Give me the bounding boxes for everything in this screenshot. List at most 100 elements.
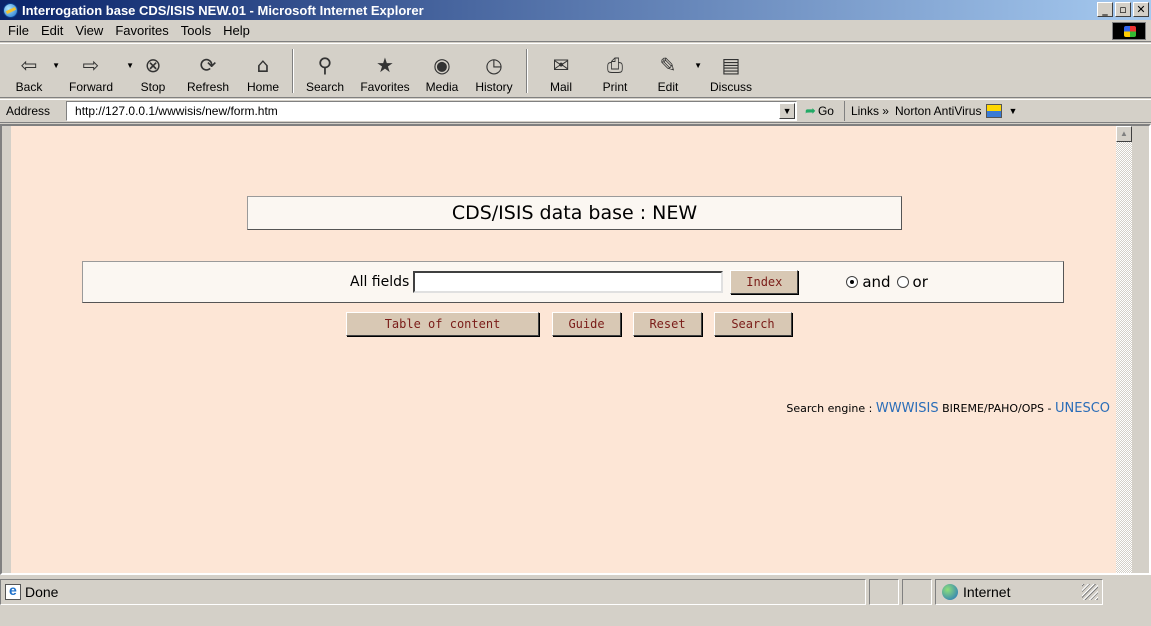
links-button[interactable]: Links »	[843, 101, 889, 121]
discuss-icon: ▤	[721, 53, 741, 77]
web-page: CDS/ISIS data base : NEW All fields Inde…	[11, 126, 1132, 573]
security-zone-panel: Internet	[935, 579, 1103, 605]
mail-button[interactable]: ✉ Mail	[532, 45, 590, 97]
stop-button[interactable]: ⊗ Stop	[128, 45, 178, 97]
credits-org: BIREME/PAHO/OPS -	[942, 402, 1052, 415]
back-arrow-icon: ⇦	[20, 53, 38, 77]
search-icon: ⚲	[317, 53, 333, 77]
refresh-icon: ⟳	[199, 53, 217, 77]
favorites-button[interactable]: ★ Favorites	[352, 45, 418, 97]
table-of-content-button[interactable]: Table of content	[346, 312, 539, 336]
menu-favorites[interactable]: Favorites	[109, 23, 174, 38]
go-arrow-icon: ➦	[805, 103, 816, 118]
go-button[interactable]: ➦ Go	[805, 103, 834, 119]
edit-label: Edit	[657, 80, 679, 94]
chevron-down-icon[interactable]: ▼	[779, 103, 796, 119]
wwwisis-link[interactable]: WWWISIS	[876, 401, 939, 416]
address-input[interactable]: http://127.0.0.1/wwwisis/new/form.htm ▼	[66, 101, 798, 121]
scroll-up-arrow-icon[interactable]: ▲	[1116, 126, 1132, 142]
maximize-button[interactable]: ▫	[1115, 2, 1131, 17]
media-icon: ◉	[433, 53, 451, 77]
zone-label: Internet	[963, 584, 1011, 600]
and-label: and	[862, 273, 891, 291]
history-icon: ◷	[485, 53, 503, 77]
print-label: Print	[602, 80, 628, 94]
refresh-button[interactable]: ⟳ Refresh	[178, 45, 238, 97]
stop-icon: ⊗	[144, 53, 162, 77]
menu-bar: File Edit View Favorites Tools Help	[0, 20, 1151, 42]
forward-button[interactable]: ⇨ Forward ▼	[54, 45, 134, 97]
title-bar: Interrogation base CDS/ISIS NEW.01 - Mic…	[0, 0, 1151, 20]
media-button[interactable]: ◉ Media	[418, 45, 466, 97]
norton-icon	[986, 104, 1003, 118]
stop-label: Stop	[140, 80, 166, 94]
home-label: Home	[246, 80, 279, 94]
forward-arrow-icon: ⇨	[82, 53, 100, 77]
discuss-label: Discuss	[709, 80, 752, 94]
mail-icon: ✉	[552, 53, 570, 77]
media-label: Media	[425, 80, 459, 94]
all-fields-input[interactable]	[413, 271, 724, 293]
index-button[interactable]: Index	[730, 270, 799, 294]
go-label: Go	[817, 104, 834, 118]
viewport-edge	[2, 126, 11, 573]
history-label: History	[475, 80, 513, 94]
status-text: Done	[25, 584, 59, 600]
ie-logo-icon	[3, 2, 18, 18]
page-icon	[5, 582, 21, 600]
window-controls: _ ▫ ✕	[1097, 2, 1149, 17]
vertical-scrollbar[interactable]: ▲	[1116, 126, 1132, 573]
toolbar-separator	[292, 49, 294, 93]
search-engine-credits: Search engine : WWWISIS BIREME/PAHO/OPS …	[786, 401, 1110, 416]
reset-button[interactable]: Reset	[633, 312, 702, 336]
unesco-link[interactable]: UNESCO	[1055, 401, 1110, 416]
or-radio[interactable]	[896, 276, 909, 288]
status-security-cell	[902, 579, 932, 605]
resize-grip-icon[interactable]	[1082, 584, 1098, 600]
windows-logo-icon	[1112, 22, 1146, 40]
toolbar-separator	[526, 49, 528, 93]
menu-help[interactable]: Help	[217, 23, 256, 38]
discuss-button[interactable]: ▤ Discuss	[696, 45, 766, 97]
favorites-label: Favorites	[360, 80, 410, 94]
history-button[interactable]: ◷ History	[466, 45, 522, 97]
search-form: All fields Index and or	[82, 261, 1064, 303]
norton-label: Norton AntiVirus	[894, 104, 982, 118]
menu-file[interactable]: File	[2, 23, 35, 38]
close-button[interactable]: ✕	[1133, 2, 1149, 17]
minimize-button[interactable]: _	[1097, 2, 1113, 17]
print-button[interactable]: ⎙ Print	[590, 45, 640, 97]
window-title: Interrogation base CDS/ISIS NEW.01 - Mic…	[22, 2, 424, 18]
status-progress-cell	[869, 579, 899, 605]
operator-radio-group: and or	[846, 273, 928, 291]
page-title: CDS/ISIS data base : NEW	[247, 196, 902, 230]
edit-button[interactable]: ✎ Edit ▼	[640, 45, 702, 97]
menu-tools[interactable]: Tools	[175, 23, 217, 38]
menu-edit[interactable]: Edit	[35, 23, 69, 38]
favorites-icon: ★	[376, 53, 394, 77]
forward-label: Forward	[68, 80, 113, 94]
refresh-label: Refresh	[186, 80, 230, 94]
status-text-panel: Done	[0, 579, 866, 605]
print-icon: ⎙	[607, 53, 623, 77]
and-radio[interactable]	[846, 276, 859, 288]
search-button[interactable]: ⚲ Search	[298, 45, 352, 97]
search-button[interactable]: Search	[714, 312, 792, 336]
status-bar: Done Internet	[0, 577, 1151, 626]
mail-label: Mail	[549, 80, 572, 94]
menu-view[interactable]: View	[69, 23, 109, 38]
address-url: http://127.0.0.1/wwwisis/new/form.htm	[75, 104, 278, 118]
back-label: Back	[15, 80, 43, 94]
back-button[interactable]: ⇦ Back ▼	[4, 45, 60, 97]
browser-viewport: CDS/ISIS data base : NEW All fields Inde…	[0, 124, 1151, 575]
credits-prefix: Search engine :	[786, 402, 873, 415]
home-button[interactable]: ⌂ Home	[238, 45, 288, 97]
guide-button[interactable]: Guide	[552, 312, 621, 336]
standard-toolbar: ⇦ Back ▼ ⇨ Forward ▼ ⊗ Stop ⟳ Refresh ⌂ …	[0, 43, 1151, 98]
internet-zone-icon	[942, 584, 958, 600]
all-fields-label: All fields	[350, 274, 410, 290]
norton-antivirus-button[interactable]: Norton AntiVirus ▼	[895, 101, 1017, 121]
search-label: Search	[305, 80, 345, 94]
address-bar: Address http://127.0.0.1/wwwisis/new/for…	[0, 99, 1151, 123]
chevron-down-icon[interactable]: ▼	[1008, 101, 1017, 121]
